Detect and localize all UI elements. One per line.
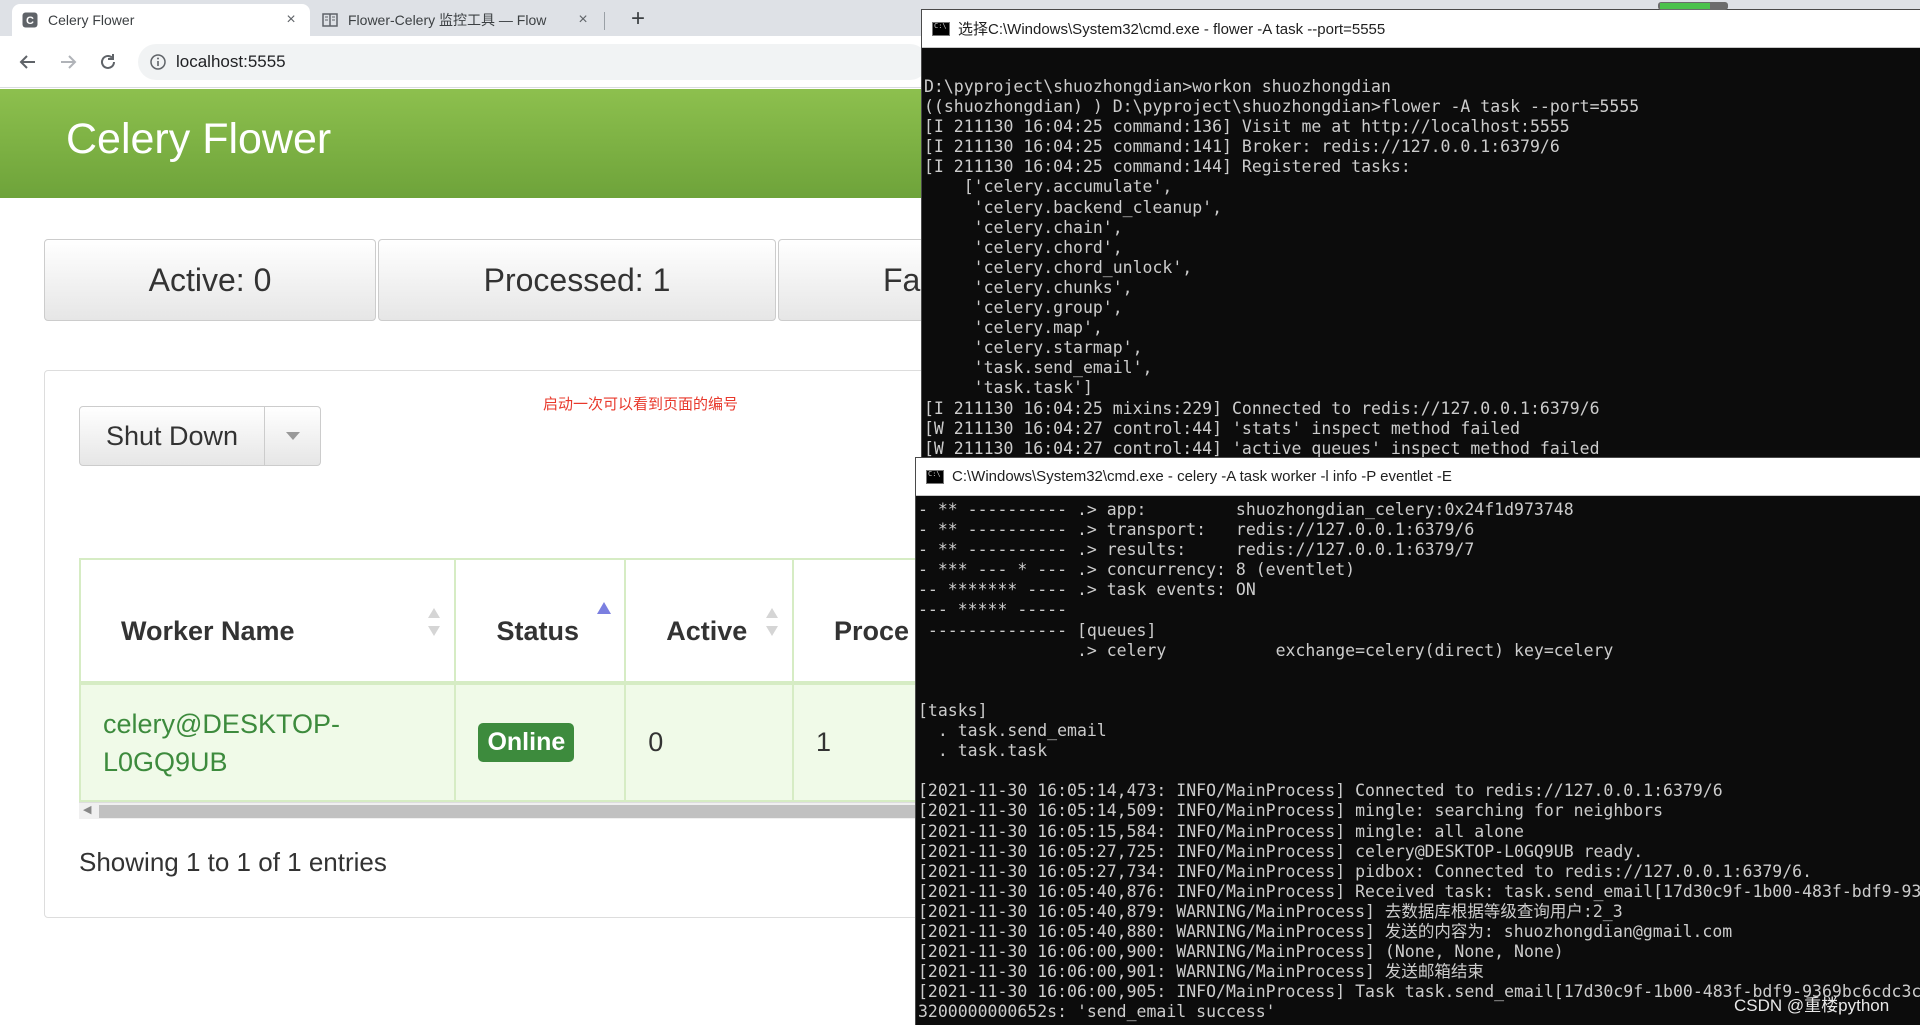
sort-both-icon bbox=[428, 608, 441, 636]
stat-processed[interactable]: Processed: 1 bbox=[378, 239, 776, 321]
address-url: localhost:5555 bbox=[176, 52, 286, 71]
worker-name-cell: celery@DESKTOP- L0GQ9UB bbox=[78, 682, 457, 802]
scrollbar-thumb[interactable] bbox=[99, 805, 939, 818]
tab-title: Flower-Celery 监控工具 — Flow bbox=[348, 12, 547, 28]
tab-flower-docs[interactable]: Flower-Celery 监控工具 — Flow × bbox=[312, 4, 602, 36]
cmd-titlebar[interactable]: 选择C:\Windows\System32\cmd.exe - flower -… bbox=[922, 10, 1920, 48]
column-header-label: Active bbox=[666, 616, 748, 646]
stat-active[interactable]: Active: 0 bbox=[44, 239, 376, 321]
book-icon bbox=[322, 12, 338, 28]
worker-link[interactable]: celery@DESKTOP- L0GQ9UB bbox=[103, 705, 454, 781]
stats-bar: Active: 0 Processed: 1 Fa bbox=[44, 239, 980, 321]
shutdown-button[interactable]: Shut Down bbox=[79, 406, 265, 466]
status-badge: Online bbox=[478, 723, 575, 762]
sort-both-icon bbox=[766, 608, 779, 636]
column-header-label: Worker Name bbox=[121, 616, 295, 646]
active-cell: 0 bbox=[624, 682, 795, 802]
tab-separator bbox=[604, 12, 605, 30]
address-bar[interactable]: localhost:5555 bbox=[138, 44, 928, 80]
reload-icon bbox=[101, 54, 115, 69]
tab-close-icon[interactable]: × bbox=[282, 11, 300, 29]
info-icon[interactable] bbox=[150, 54, 166, 70]
svg-text:C: C bbox=[26, 15, 34, 27]
new-tab-button[interactable]: + bbox=[624, 6, 652, 34]
arrow-left-icon bbox=[19, 55, 35, 69]
shutdown-button-group: Shut Down bbox=[79, 406, 321, 466]
terminal-output: - ** ---------- .> app: shuozhongdian_ce… bbox=[918, 500, 1920, 1022]
cmd-window-worker[interactable]: C:\Windows\System32\cmd.exe - celery -A … bbox=[915, 457, 1920, 1025]
scroll-left-icon[interactable]: ◀ bbox=[83, 803, 91, 816]
column-header-worker-name[interactable]: Worker Name bbox=[78, 558, 457, 685]
cmd-window-title: 选择C:\Windows\System32\cmd.exe - flower -… bbox=[958, 21, 1386, 38]
tab-celery-flower[interactable]: C Celery Flower × bbox=[12, 4, 310, 36]
brand-title[interactable]: Celery Flower bbox=[66, 115, 331, 164]
annotation-note: 启动一次可以看到页面的编号 bbox=[543, 396, 739, 413]
reload-button[interactable] bbox=[94, 48, 122, 76]
caret-down-icon bbox=[285, 432, 300, 440]
arrow-right-icon bbox=[61, 55, 77, 69]
taskbar-progress-indicator bbox=[1658, 2, 1728, 10]
tab-close-icon[interactable]: × bbox=[574, 11, 592, 29]
cmd-icon bbox=[926, 469, 944, 484]
column-header-active[interactable]: Active bbox=[624, 558, 795, 685]
cmd-titlebar[interactable]: C:\Windows\System32\cmd.exe - celery -A … bbox=[916, 458, 1920, 496]
status-cell: Online bbox=[454, 682, 627, 802]
cmd-window-title: C:\Windows\System32\cmd.exe - celery -A … bbox=[952, 468, 1452, 485]
sort-ascending-icon bbox=[597, 602, 612, 614]
column-header-label: Status bbox=[496, 616, 579, 646]
worker-name-line: celery@DESKTOP- bbox=[103, 708, 340, 739]
shutdown-dropdown-toggle[interactable] bbox=[265, 406, 321, 466]
forward-button[interactable] bbox=[54, 48, 82, 76]
column-header-status[interactable]: Status bbox=[454, 558, 627, 685]
cmd-icon bbox=[932, 21, 950, 36]
csdn-watermark: CSDN @重楼python bbox=[1734, 996, 1890, 1015]
progress-fill bbox=[1660, 3, 1710, 9]
terminal-output: D:\pyproject\shuozhongdian>workon shuozh… bbox=[924, 77, 1640, 458]
table-info: Showing 1 to 1 of 1 entries bbox=[79, 847, 387, 877]
cmd-window-flower[interactable]: 选择C:\Windows\System32\cmd.exe - flower -… bbox=[921, 9, 1920, 459]
celery-favicon-icon: C bbox=[22, 12, 38, 28]
worker-name-line: L0GQ9UB bbox=[103, 746, 228, 777]
back-button[interactable] bbox=[14, 48, 42, 76]
column-header-label: Proce bbox=[834, 616, 910, 646]
tab-title: Celery Flower bbox=[48, 12, 135, 28]
